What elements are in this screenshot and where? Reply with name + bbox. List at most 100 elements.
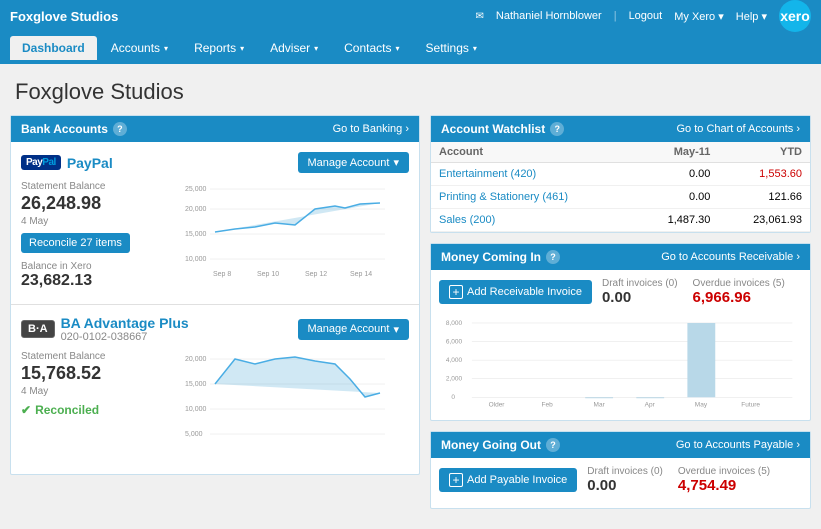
money-out-body: + Add Payable Invoice Draft invoices (0)… (431, 458, 810, 508)
svg-text:Sep 10: Sep 10 (257, 271, 279, 278)
money-in-title: Money Coming In (441, 250, 541, 264)
paypal-account-card: PayPal PayPal Manage Account ▾ Statement… (11, 142, 419, 305)
col-may: May-11 (635, 142, 718, 163)
nav-contacts[interactable]: Contacts ▾ (332, 36, 411, 60)
my-xero-link[interactable]: My Xero ▾ (674, 10, 724, 23)
money-in-stats: Draft invoices (0) 0.00 Overdue invoices… (602, 278, 785, 306)
svg-text:10,000: 10,000 (185, 256, 207, 263)
top-bar-right: ✉ Nathaniel Hornblower | Logout My Xero … (476, 0, 811, 32)
money-out-stats: Draft invoices (0) 0.00 Overdue invoices… (587, 466, 770, 494)
svg-text:8,000: 8,000 (446, 320, 463, 327)
money-out-info-icon: ? (546, 438, 560, 452)
watchlist-ytd: 23,061.93 (718, 209, 810, 232)
watchlist-may: 0.00 (635, 163, 718, 186)
left-column: Bank Accounts ? Go to Banking › PayPal P… (10, 115, 420, 519)
logout-link[interactable]: Logout (629, 10, 663, 22)
watchlist-row: Sales (200) 1,487.30 23,061.93 (431, 209, 810, 232)
paypal-reconcile-button[interactable]: Reconcile 27 items (21, 233, 130, 253)
email-icon: ✉ (476, 11, 484, 22)
paypal-manage-button[interactable]: Manage Account ▾ (298, 152, 409, 173)
paypal-statement-amount: 26,248.98 (21, 193, 151, 214)
draft-invoices-out: Draft invoices (0) 0.00 (587, 466, 663, 494)
svg-text:15,000: 15,000 (185, 231, 207, 238)
svg-text:Sep 8: Sep 8 (213, 271, 231, 278)
svg-text:2,000: 2,000 (446, 376, 463, 383)
watchlist-account-name: Sales (200) (431, 209, 635, 232)
ba-logo: B·A (21, 320, 55, 338)
help-link[interactable]: Help ▾ (736, 10, 767, 23)
watchlist-header: Account Watchlist ? Go to Chart of Accou… (431, 116, 810, 142)
go-to-chart-link[interactable]: Go to Chart of Accounts › (676, 123, 800, 135)
watchlist-title: Account Watchlist (441, 122, 545, 136)
account-watchlist-panel: Account Watchlist ? Go to Chart of Accou… (430, 115, 811, 233)
ba-balance-date: 4 May (21, 386, 151, 397)
svg-text:Future: Future (741, 402, 760, 409)
my-xero-caret: ▾ (718, 11, 724, 23)
money-in-invoice-row: + Add Receivable Invoice Draft invoices … (439, 278, 802, 306)
right-column: Account Watchlist ? Go to Chart of Accou… (430, 115, 811, 519)
checkmark-icon: ✔ (21, 403, 31, 417)
top-bar: Foxglove Studios ✉ Nathaniel Hornblower … (0, 0, 821, 32)
watchlist-row: Entertainment (420) 0.00 1,553.60 (431, 163, 810, 186)
ba-bank-info: Statement Balance 15,768.52 4 May ✔ Reco… (21, 351, 151, 417)
reports-caret: ▾ (240, 44, 244, 53)
svg-text:20,000: 20,000 (185, 206, 207, 213)
svg-text:Feb: Feb (542, 402, 554, 409)
go-to-ar-link[interactable]: Go to Accounts Receivable › (661, 251, 800, 263)
page-title: Foxglove Studios (15, 79, 806, 105)
watchlist-row: Printing & Stationery (461) 0.00 121.66 (431, 186, 810, 209)
ba-manage-button[interactable]: Manage Account ▾ (298, 319, 409, 340)
go-to-banking-link[interactable]: Go to Banking › (333, 123, 409, 135)
ba-chart: 20,000 15,000 10,000 5,000 (161, 351, 409, 464)
paypal-statement-label: Statement Balance (21, 181, 151, 192)
nav-settings[interactable]: Settings ▾ (414, 36, 489, 60)
svg-text:4,000: 4,000 (446, 357, 463, 364)
add-receivable-invoice-button[interactable]: + Add Receivable Invoice (439, 280, 592, 304)
username: Nathaniel Hornblower (496, 10, 602, 22)
paypal-logo-area: PayPal PayPal (21, 155, 113, 171)
paypal-logo: PayPal (21, 155, 61, 170)
svg-text:20,000: 20,000 (185, 356, 207, 363)
ba-statement-amount: 15,768.52 (21, 363, 151, 384)
svg-text:5,000: 5,000 (185, 431, 203, 438)
draft-invoices-in: Draft invoices (0) 0.00 (602, 278, 678, 306)
svg-text:15,000: 15,000 (185, 381, 207, 388)
money-in-info-icon: ? (546, 250, 560, 264)
paypal-xero-balance: 23,682.13 (21, 272, 151, 290)
watchlist-table: Account May-11 YTD Entertainment (420) 0… (431, 142, 810, 232)
money-going-out-panel: Money Going Out ? Go to Accounts Payable… (430, 431, 811, 509)
paypal-chart-svg: 25,000 20,000 15,000 10,000 (161, 181, 409, 291)
settings-caret: ▾ (473, 44, 477, 53)
money-in-header: Money Coming In ? Go to Accounts Receiva… (431, 244, 810, 270)
page-title-bar: Foxglove Studios (0, 64, 821, 115)
nav-dashboard[interactable]: Dashboard (10, 36, 97, 60)
ba-account-card: B·A BA Advantage Plus 020-0102-038667 Ma… (11, 305, 419, 474)
help-caret: ▾ (761, 11, 767, 23)
manage-caret-icon: ▾ (393, 156, 399, 169)
ba-account-num: 020-0102-038667 (61, 331, 189, 343)
svg-text:6,000: 6,000 (446, 338, 463, 345)
watchlist-info-icon: ? (550, 122, 564, 136)
overdue-invoices-out: Overdue invoices (5) 4,754.49 (678, 466, 770, 494)
nav-reports[interactable]: Reports ▾ (182, 36, 256, 60)
watchlist-may: 0.00 (635, 186, 718, 209)
svg-text:0: 0 (451, 394, 455, 401)
watchlist-may: 1,487.30 (635, 209, 718, 232)
contacts-caret: ▾ (396, 44, 400, 53)
svg-text:May: May (695, 402, 708, 409)
paypal-bank-name: PayPal (67, 155, 113, 171)
go-to-ap-link[interactable]: Go to Accounts Payable › (676, 439, 800, 451)
ba-logo-area: B·A BA Advantage Plus 020-0102-038667 (21, 315, 189, 343)
money-out-invoice-row: + Add Payable Invoice Draft invoices (0)… (439, 466, 802, 494)
add-payable-plus-icon: + (449, 473, 463, 487)
ba-manage-caret-icon: ▾ (393, 323, 399, 336)
nav-adviser[interactable]: Adviser ▾ (258, 36, 330, 60)
money-out-header: Money Going Out ? Go to Accounts Payable… (431, 432, 810, 458)
money-in-bar-chart: 8,000 6,000 4,000 2,000 0 (439, 312, 802, 412)
nav-accounts[interactable]: Accounts ▾ (99, 36, 180, 60)
add-payable-invoice-button[interactable]: + Add Payable Invoice (439, 468, 577, 492)
bank-accounts-header: Bank Accounts ? Go to Banking › (11, 116, 419, 142)
bank-accounts-title: Bank Accounts (21, 122, 108, 136)
money-coming-in-panel: Money Coming In ? Go to Accounts Receiva… (430, 243, 811, 421)
accounts-caret: ▾ (164, 44, 168, 53)
